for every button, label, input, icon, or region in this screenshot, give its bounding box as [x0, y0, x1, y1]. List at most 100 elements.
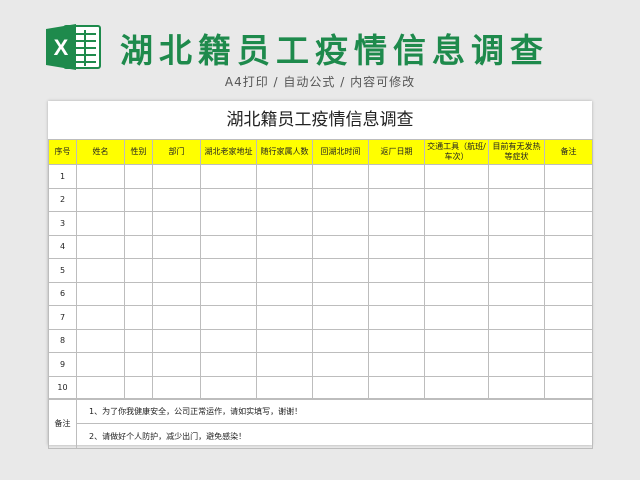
- notes-line-1[interactable]: 1、为了你我健康安全，公司正常运作，请如实填写，谢谢！: [76, 398, 593, 424]
- table-cell[interactable]: [312, 234, 369, 259]
- col-header-family-count[interactable]: 随行家属人数: [256, 139, 313, 165]
- table-cell[interactable]: [76, 281, 125, 306]
- table-cell[interactable]: [76, 328, 125, 353]
- table-cell[interactable]: [544, 234, 593, 259]
- table-cell[interactable]: [76, 164, 125, 189]
- table-cell[interactable]: [312, 305, 369, 330]
- col-header-remarks[interactable]: 备注: [544, 139, 593, 165]
- table-cell[interactable]: [488, 258, 545, 283]
- table-cell[interactable]: [424, 375, 489, 400]
- table-cell[interactable]: [424, 328, 489, 353]
- table-cell[interactable]: [424, 305, 489, 330]
- table-cell[interactable]: [256, 164, 313, 189]
- table-cell[interactable]: [544, 258, 593, 283]
- table-cell[interactable]: [424, 281, 489, 306]
- table-cell[interactable]: [544, 281, 593, 306]
- row-index-cell[interactable]: 7: [48, 305, 77, 330]
- table-cell[interactable]: [544, 187, 593, 212]
- table-cell[interactable]: [488, 281, 545, 306]
- table-cell[interactable]: [368, 187, 425, 212]
- table-cell[interactable]: [76, 305, 125, 330]
- table-cell[interactable]: [424, 258, 489, 283]
- table-cell[interactable]: [256, 375, 313, 400]
- table-cell[interactable]: [488, 211, 545, 236]
- table-cell[interactable]: [124, 352, 153, 377]
- table-cell[interactable]: [256, 352, 313, 377]
- table-cell[interactable]: [368, 164, 425, 189]
- col-header-transport[interactable]: 交通工具（航班/车次）: [424, 139, 489, 165]
- table-cell[interactable]: [488, 187, 545, 212]
- table-cell[interactable]: [152, 352, 201, 377]
- table-cell[interactable]: [488, 352, 545, 377]
- table-cell[interactable]: [200, 375, 257, 400]
- table-cell[interactable]: [312, 328, 369, 353]
- table-cell[interactable]: [256, 187, 313, 212]
- table-cell[interactable]: [368, 211, 425, 236]
- table-cell[interactable]: [200, 258, 257, 283]
- row-index-cell[interactable]: 10: [48, 375, 77, 400]
- table-cell[interactable]: [200, 328, 257, 353]
- table-cell[interactable]: [76, 258, 125, 283]
- table-cell[interactable]: [312, 211, 369, 236]
- table-cell[interactable]: [488, 375, 545, 400]
- table-cell[interactable]: [488, 305, 545, 330]
- table-cell[interactable]: [152, 234, 201, 259]
- col-header-name[interactable]: 姓名: [76, 139, 125, 165]
- table-cell[interactable]: [200, 305, 257, 330]
- table-cell[interactable]: [152, 305, 201, 330]
- table-cell[interactable]: [424, 211, 489, 236]
- table-cell[interactable]: [312, 187, 369, 212]
- table-cell[interactable]: [488, 328, 545, 353]
- table-cell[interactable]: [152, 211, 201, 236]
- row-index-cell[interactable]: 1: [48, 164, 77, 189]
- table-cell[interactable]: [256, 258, 313, 283]
- table-cell[interactable]: [368, 281, 425, 306]
- table-cell[interactable]: [124, 328, 153, 353]
- table-cell[interactable]: [200, 164, 257, 189]
- table-cell[interactable]: [312, 375, 369, 400]
- col-header-back-to-factory-date[interactable]: 返厂日期: [368, 139, 425, 165]
- table-cell[interactable]: [124, 234, 153, 259]
- row-index-cell[interactable]: 3: [48, 211, 77, 236]
- row-index-cell[interactable]: 8: [48, 328, 77, 353]
- table-cell[interactable]: [424, 187, 489, 212]
- table-cell[interactable]: [256, 234, 313, 259]
- table-cell[interactable]: [152, 187, 201, 212]
- table-cell[interactable]: [76, 211, 125, 236]
- table-cell[interactable]: [200, 281, 257, 306]
- table-cell[interactable]: [368, 328, 425, 353]
- table-cell[interactable]: [312, 281, 369, 306]
- notes-label[interactable]: 备注: [48, 398, 77, 449]
- table-cell[interactable]: [256, 305, 313, 330]
- table-cell[interactable]: [152, 375, 201, 400]
- table-cell[interactable]: [124, 187, 153, 212]
- table-cell[interactable]: [488, 164, 545, 189]
- col-header-return-hubei-date[interactable]: 回湖北时间: [312, 139, 369, 165]
- table-cell[interactable]: [368, 258, 425, 283]
- table-cell[interactable]: [312, 164, 369, 189]
- row-index-cell[interactable]: 6: [48, 281, 77, 306]
- table-cell[interactable]: [368, 234, 425, 259]
- table-cell[interactable]: [152, 281, 201, 306]
- table-cell[interactable]: [76, 234, 125, 259]
- table-cell[interactable]: [424, 352, 489, 377]
- table-cell[interactable]: [124, 164, 153, 189]
- table-cell[interactable]: [544, 375, 593, 400]
- table-cell[interactable]: [200, 234, 257, 259]
- col-header-index[interactable]: 序号: [48, 139, 77, 165]
- table-cell[interactable]: [544, 305, 593, 330]
- row-index-cell[interactable]: 2: [48, 187, 77, 212]
- table-cell[interactable]: [200, 211, 257, 236]
- notes-line-2[interactable]: 2、请做好个人防护，减少出门，避免感染！: [76, 423, 593, 449]
- table-cell[interactable]: [124, 281, 153, 306]
- row-index-cell[interactable]: 4: [48, 234, 77, 259]
- table-cell[interactable]: [256, 211, 313, 236]
- table-cell[interactable]: [124, 258, 153, 283]
- table-cell[interactable]: [544, 352, 593, 377]
- table-cell[interactable]: [368, 305, 425, 330]
- table-cell[interactable]: [312, 352, 369, 377]
- table-cell[interactable]: [256, 281, 313, 306]
- table-cell[interactable]: [368, 375, 425, 400]
- table-cell[interactable]: [544, 328, 593, 353]
- col-header-department[interactable]: 部门: [152, 139, 201, 165]
